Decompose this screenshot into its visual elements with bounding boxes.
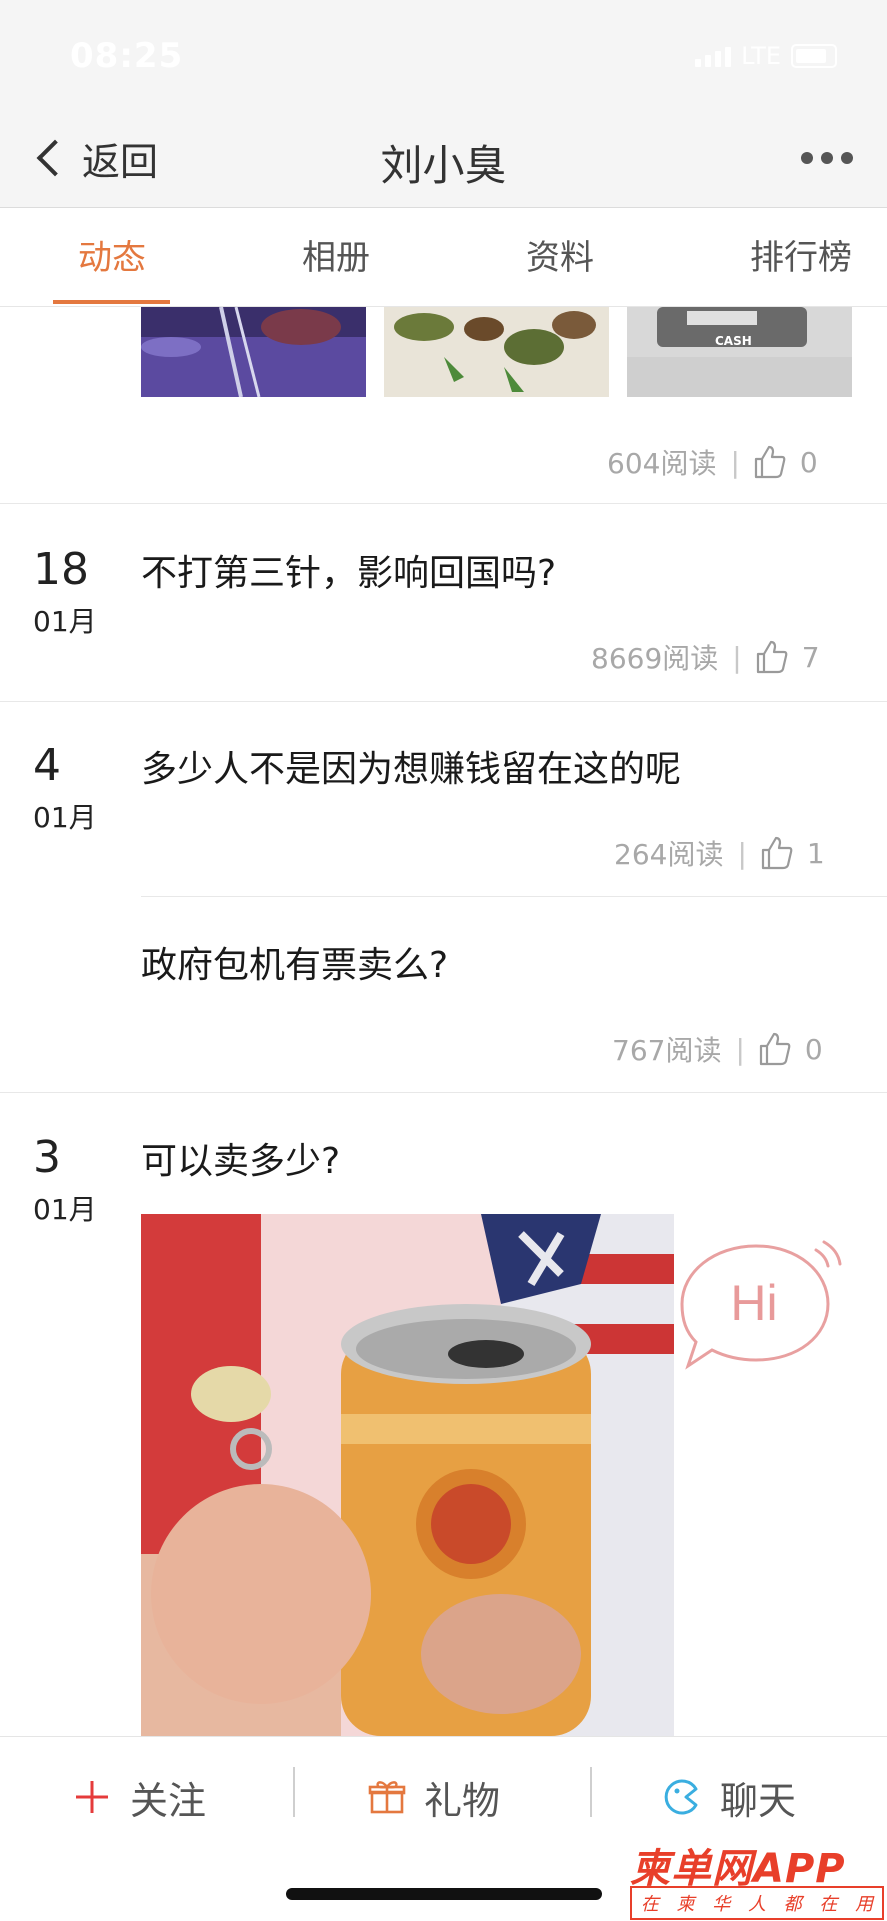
like-count: 0 <box>804 1032 823 1066</box>
battery-icon <box>791 44 837 68</box>
status-time: 08:25 <box>70 36 184 76</box>
tab-album[interactable]: 相册 <box>302 230 370 279</box>
tab-bar: 动态 相册 资料 排行榜 <box>0 208 887 307</box>
like-icon[interactable] <box>754 445 786 479</box>
watermark-slogan: 在柬华人都在用 <box>630 1886 884 1920</box>
like-icon[interactable] <box>761 836 793 870</box>
chat-button[interactable]: 聊天 <box>662 1767 796 1827</box>
post-stats: 604阅读 | 0 <box>607 442 818 482</box>
status-bar: 08:25 LTE <box>0 0 887 110</box>
page-title: 刘小臭 <box>380 141 507 190</box>
divider <box>141 896 887 897</box>
gift-icon <box>368 1781 406 1814</box>
post-photo[interactable] <box>141 1214 674 1736</box>
like-count: 1 <box>806 836 825 870</box>
divider <box>0 1092 887 1093</box>
post-date-day: 4 <box>33 740 61 791</box>
post-text[interactable]: 不打第三针，影响回国吗? <box>141 544 556 596</box>
read-count: 767阅读 <box>612 1034 722 1067</box>
tab-ranking[interactable]: 排行榜 <box>750 230 852 279</box>
network-label: LTE <box>741 42 781 70</box>
divider <box>0 701 887 702</box>
like-icon[interactable] <box>756 640 788 674</box>
hi-greeting-bubble[interactable]: Hi <box>676 1238 844 1370</box>
post-stats: 264阅读 | 1 <box>614 833 825 873</box>
chat-label: 聊天 <box>720 1778 797 1823</box>
tab-updates[interactable]: 动态 <box>78 230 146 279</box>
post-thumbnail[interactable] <box>384 307 609 397</box>
post-date-day: 18 <box>33 544 89 595</box>
post-date-month: 01月 <box>33 1193 97 1226</box>
plus-icon <box>76 1781 108 1813</box>
status-indicators: LTE <box>695 42 837 70</box>
navigation-bar: 返回 刘小臭 <box>0 110 887 208</box>
read-count: 8669阅读 <box>591 642 719 675</box>
brand-watermark: 柬单网APP 在柬华人都在用 <box>630 1836 885 1920</box>
divider <box>0 503 887 504</box>
post-text[interactable]: 政府包机有票卖么? <box>141 936 448 988</box>
like-count: 7 <box>801 640 820 674</box>
post-thumbnail[interactable] <box>141 307 366 397</box>
post-text[interactable]: 多少人不是因为想赚钱留在这的呢 <box>141 740 681 792</box>
post-stats: 8669阅读 | 7 <box>591 637 820 677</box>
like-icon[interactable] <box>759 1032 791 1066</box>
hi-text: Hi <box>730 1275 777 1331</box>
divider <box>590 1767 592 1817</box>
post-date-month: 01月 <box>33 801 97 834</box>
svg-text:CASH: CASH <box>715 334 752 348</box>
like-count: 0 <box>799 445 818 479</box>
signal-icon <box>695 45 732 67</box>
home-indicator[interactable] <box>286 1888 602 1900</box>
follow-label: 关注 <box>130 1778 207 1823</box>
gift-label: 礼物 <box>424 1778 501 1823</box>
post-thumbnail[interactable]: CASH <box>627 307 852 397</box>
post-date-month: 01月 <box>33 605 97 638</box>
read-count: 264阅读 <box>614 838 724 871</box>
post-date-day: 3 <box>33 1132 61 1183</box>
more-options-icon[interactable] <box>801 152 853 164</box>
divider <box>293 1767 295 1817</box>
active-tab-indicator <box>53 300 170 304</box>
tab-profile[interactable]: 资料 <box>526 230 594 279</box>
post-stats: 767阅读 | 0 <box>612 1029 823 1069</box>
gift-button[interactable]: 礼物 <box>368 1767 500 1827</box>
post-text[interactable]: 可以卖多少? <box>141 1132 340 1184</box>
read-count: 604阅读 <box>607 447 717 480</box>
chat-icon <box>664 1779 698 1815</box>
follow-button[interactable]: 关注 <box>72 1767 206 1827</box>
